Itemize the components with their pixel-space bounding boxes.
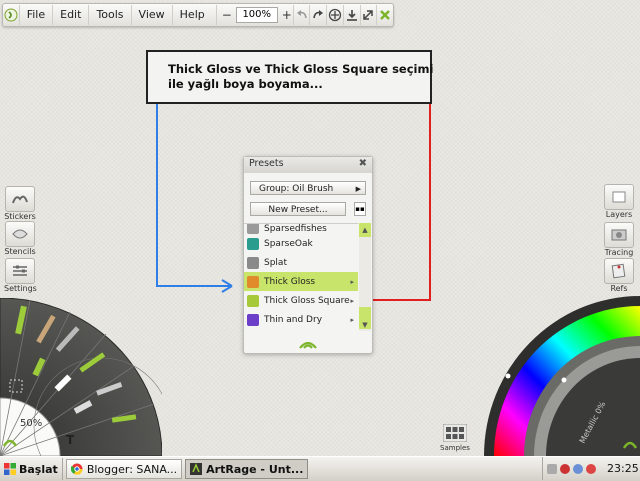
preset-swatch — [247, 275, 259, 288]
layers-label: Layers — [605, 210, 633, 219]
task-blogger[interactable]: Blogger: SANA... — [65, 459, 183, 479]
expand-icon[interactable] — [359, 5, 377, 25]
color-wheel[interactable]: Metallic 0% — [484, 296, 640, 456]
settings-label: Settings — [4, 284, 37, 293]
dropdown-arrow-icon: ▶ — [355, 185, 361, 193]
clock: 23:25 — [607, 462, 639, 475]
zoom-out-button[interactable]: − — [221, 8, 233, 22]
layers-button[interactable]: Layers — [603, 184, 635, 219]
annotation-line1: Thick Gloss ve Thick Gloss Square seçimi — [168, 62, 434, 76]
preset-item-thin-and-dry[interactable]: Thin and Dry ▸ — [244, 310, 358, 329]
menu-file[interactable]: File — [18, 5, 52, 25]
task-artrage[interactable]: ArtRage - Unt... — [185, 459, 309, 479]
artrage-logo-icon[interactable] — [3, 5, 19, 25]
preset-swatch — [247, 313, 259, 326]
annotation-line2: ile yağlı boya boyama... — [168, 77, 323, 91]
scroll-down-icon[interactable]: ▼ — [359, 321, 371, 331]
presets-panel: Presets ✖ Group: Oil Brush ▶ New Preset.… — [243, 156, 373, 354]
preset-swatch — [247, 237, 259, 250]
preset-scrollbar[interactable]: ▲ ▼ — [359, 223, 371, 331]
preset-label: Thin and Dry — [264, 314, 323, 325]
preset-menu-dot-icon[interactable]: ▸ — [350, 278, 354, 286]
menu-help[interactable]: Help — [171, 5, 212, 25]
windows-flag-icon — [4, 463, 16, 475]
undo-icon[interactable] — [292, 5, 310, 25]
preset-item-thick-gloss-square[interactable]: Thick Gloss Square ▸ — [244, 291, 358, 310]
group-dropdown-label: Group: Oil Brush — [259, 184, 334, 194]
task-label: Blogger: SANA... — [86, 462, 178, 476]
artrage-icon — [190, 463, 203, 475]
annotation-box: Thick Gloss ve Thick Gloss Square seçimi… — [146, 50, 434, 104]
volume-icon[interactable] — [586, 463, 596, 474]
tool-zoom-label: 50% — [20, 418, 43, 429]
task-label: ArtRage - Unt... — [206, 462, 304, 476]
download-icon[interactable] — [342, 5, 360, 25]
zoom-in-button[interactable]: + — [281, 8, 293, 22]
preset-item-splat[interactable]: Splat — [244, 253, 358, 272]
preset-menu-dot-icon[interactable]: ▸ — [350, 316, 354, 324]
start-button[interactable]: Başlat — [0, 458, 63, 480]
start-label: Başlat — [19, 462, 58, 476]
stencils-label: Stencils — [4, 247, 36, 256]
redo-icon[interactable] — [309, 5, 326, 25]
preset-list: Sparsedfishes SparseOak Splat Thick Glos… — [244, 223, 358, 332]
refs-button[interactable]: Refs — [603, 258, 635, 293]
scroll-up-icon[interactable]: ▲ — [359, 223, 371, 237]
preset-item-sparsedfishes[interactable]: Sparsedfishes — [244, 224, 358, 234]
preset-item-sparseoak[interactable]: SparseOak — [244, 234, 358, 253]
stencils-button[interactable]: Stencils — [4, 221, 36, 256]
chevron-icon[interactable] — [547, 463, 557, 474]
group-dropdown[interactable]: Group: Oil Brush ▶ — [250, 181, 366, 195]
refs-label: Refs — [610, 284, 628, 293]
system-tray: 23:25 — [542, 457, 640, 480]
preset-label: SparseOak — [264, 238, 313, 249]
presets-title: Presets — [249, 158, 284, 169]
samples-grid-icon — [442, 423, 468, 443]
preset-menu-icon[interactable]: ▪▪ — [354, 202, 366, 216]
preset-menu-dot-icon[interactable]: ▸ — [350, 297, 354, 305]
menu-view[interactable]: View — [130, 5, 172, 25]
preset-item-thick-gloss[interactable]: Thick Gloss ▸ — [244, 272, 358, 291]
preset-swatch — [247, 256, 259, 269]
settings-button[interactable]: Settings — [4, 258, 37, 293]
shield-icon[interactable] — [560, 463, 570, 474]
clear-icon[interactable] — [376, 5, 393, 25]
blue-arrow — [156, 104, 232, 287]
tool-wheel[interactable]: T — [0, 298, 162, 456]
tracing-label: Tracing — [604, 248, 634, 257]
preset-label: Splat — [264, 257, 287, 268]
close-icon[interactable]: ✖ — [359, 158, 367, 169]
move-icon[interactable] — [326, 5, 343, 25]
preset-label: Thick Gloss — [264, 276, 316, 287]
stickers-label: Stickers — [4, 212, 36, 221]
preset-swatch — [247, 224, 259, 234]
chrome-icon — [70, 463, 83, 475]
menu-edit[interactable]: Edit — [52, 5, 88, 25]
menu-tools[interactable]: Tools — [88, 5, 130, 25]
samples-label: Samples — [440, 444, 470, 452]
new-preset-button[interactable]: New Preset... — [250, 202, 346, 216]
preset-swatch — [247, 294, 259, 307]
svg-text:T: T — [66, 433, 75, 447]
collapse-wave-icon[interactable] — [296, 337, 320, 349]
presets-title-bar: Presets ✖ — [244, 157, 372, 173]
stickers-button[interactable]: Stickers — [4, 186, 36, 221]
preset-label: Thick Gloss Square — [264, 295, 350, 306]
tracing-button[interactable]: Tracing — [603, 222, 635, 257]
zoom-control: − 100% + — [215, 5, 293, 25]
network-icon[interactable] — [573, 463, 583, 474]
preset-label: Sparsedfishes — [264, 224, 327, 234]
samples-button[interactable]: Samples — [440, 423, 470, 452]
taskbar: Başlat Blogger: SANA... ArtRage - Unt...… — [0, 456, 640, 481]
zoom-field[interactable]: 100% — [235, 7, 278, 23]
menu-bar: File Edit Tools View Help − 100% + — [2, 3, 394, 27]
